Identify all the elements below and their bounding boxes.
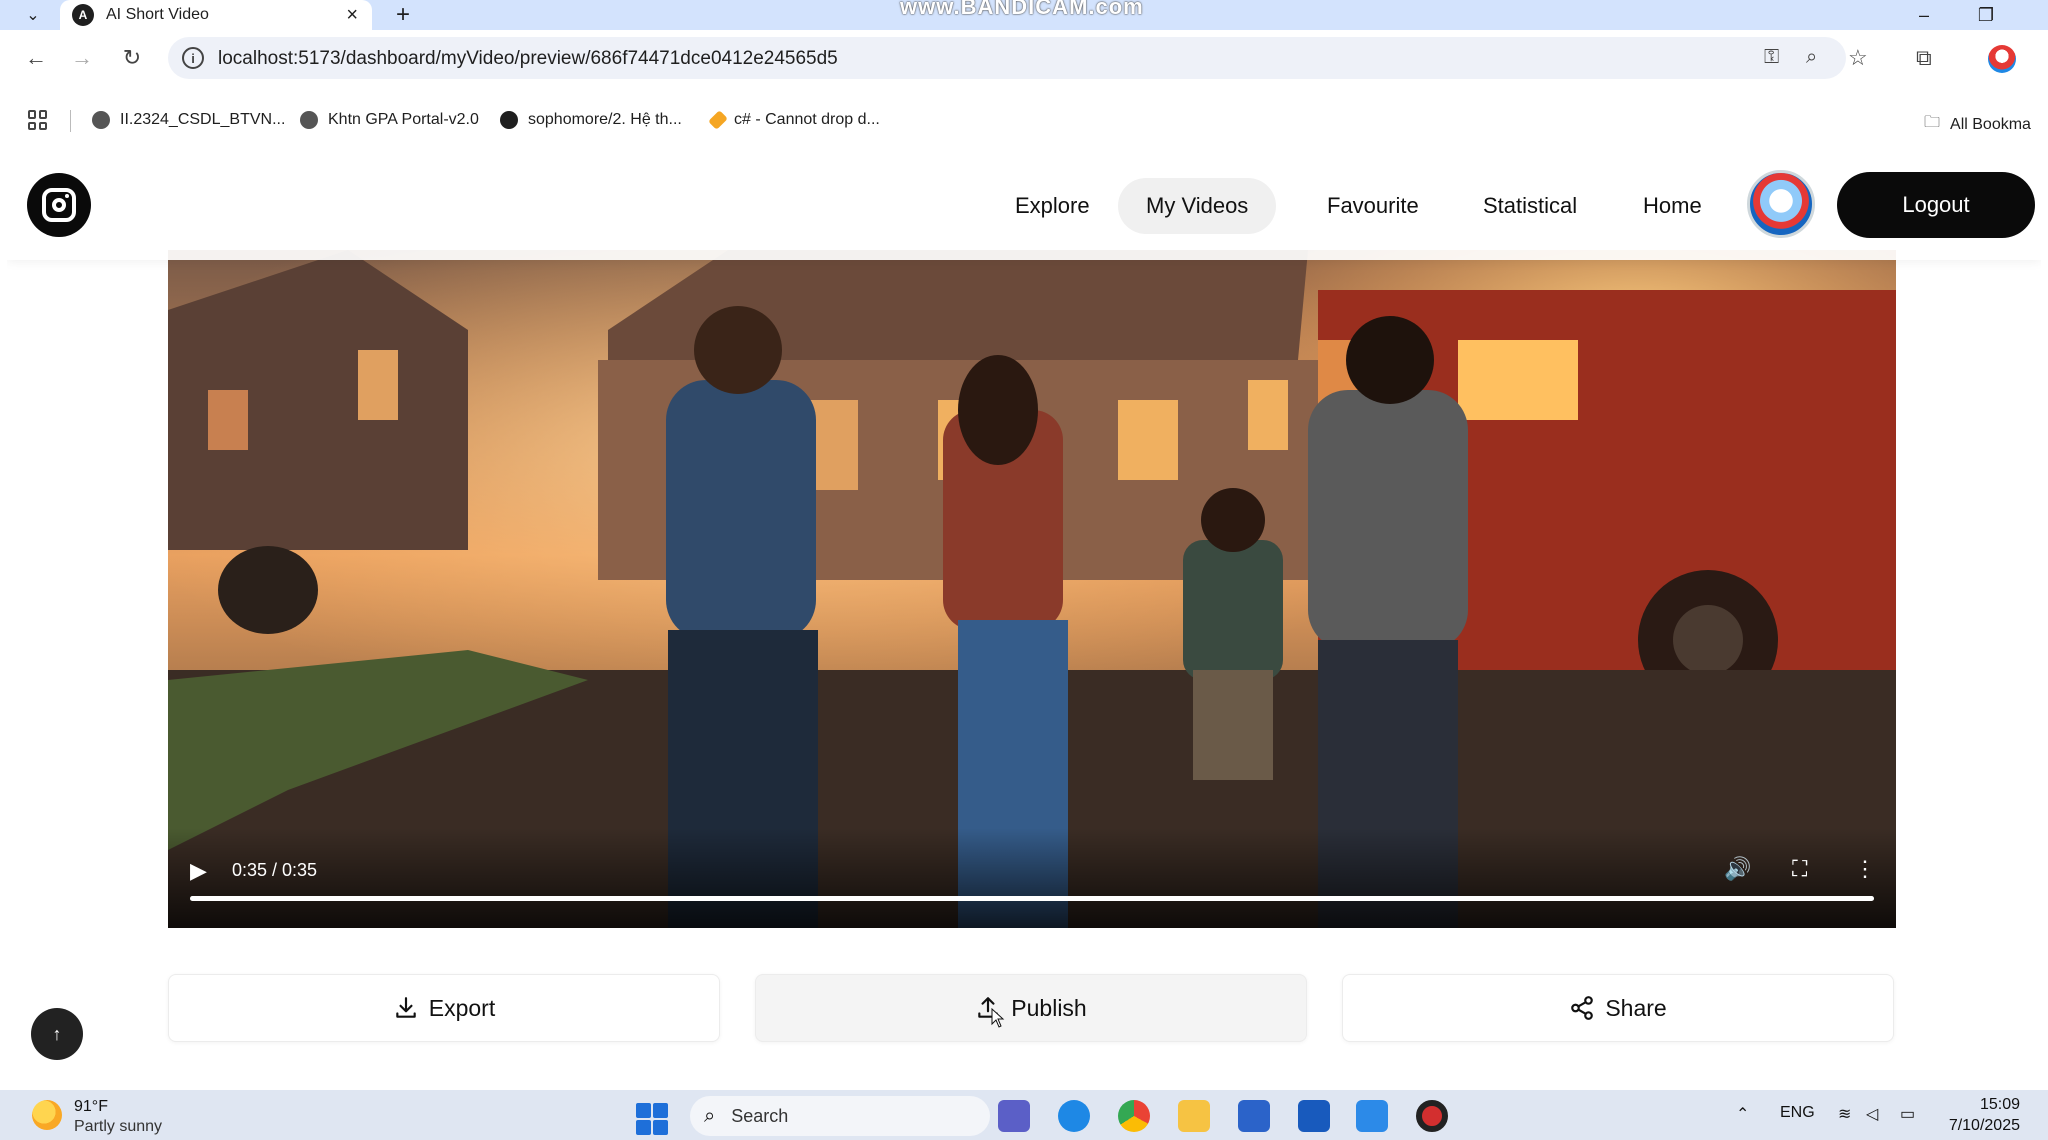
record-icon[interactable] bbox=[1416, 1100, 1448, 1132]
share-button[interactable]: Share bbox=[1342, 974, 1894, 1042]
bookmark-star-icon[interactable]: ☆ bbox=[1848, 45, 1868, 71]
vscode-icon[interactable] bbox=[1356, 1100, 1388, 1132]
reload-icon[interactable]: ↻ bbox=[116, 42, 148, 74]
weather-icon[interactable] bbox=[32, 1100, 62, 1130]
all-bookmarks[interactable]: 🗀 All Bookma bbox=[1924, 111, 2031, 138]
close-tab-icon[interactable]: × bbox=[346, 4, 358, 27]
tab-strip: ⌄ A AI Short Video × + www.BANDICAM.com … bbox=[0, 0, 2048, 30]
teams-icon[interactable] bbox=[998, 1100, 1030, 1132]
bookmark-label: c# - Cannot drop d... bbox=[734, 111, 880, 128]
zoom-icon[interactable]: ⌕ bbox=[1806, 46, 1817, 69]
address-bar[interactable]: i localhost:5173/dashboard/myVideo/previ… bbox=[168, 37, 1846, 79]
weather-description[interactable]: Partly sunny bbox=[74, 1118, 162, 1136]
play-icon[interactable]: ▶ bbox=[190, 858, 207, 884]
bookmark-label: II.2324_CSDL_BTVN... bbox=[120, 111, 286, 128]
store-icon[interactable] bbox=[1238, 1100, 1270, 1132]
app-header: Explore My Videos Favourite Statistical … bbox=[7, 148, 2041, 260]
video-controls-bar bbox=[168, 828, 1896, 928]
export-button[interactable]: Export bbox=[168, 974, 720, 1042]
video-time: 0:35 / 0:35 bbox=[232, 860, 318, 880]
chevron-up-icon[interactable]: ⌃ bbox=[1736, 1104, 1749, 1124]
github-icon bbox=[500, 111, 518, 129]
windows-taskbar: 91°F Partly sunny ⌕ Search ⌃ ENG ≋ ◁ ▭ 1… bbox=[0, 1090, 2048, 1140]
minimize-icon[interactable]: – bbox=[1904, 0, 1944, 30]
more-options-icon[interactable]: ⋮ bbox=[1854, 856, 1876, 882]
forward-icon[interactable]: → bbox=[66, 42, 98, 74]
url-text[interactable]: localhost:5173/dashboard/myVideo/preview… bbox=[218, 48, 838, 70]
new-tab-button[interactable]: + bbox=[388, 0, 418, 30]
tab-ai-short-video[interactable]: A AI Short Video × bbox=[60, 0, 372, 30]
chrome-icon[interactable] bbox=[1118, 1100, 1150, 1132]
password-key-icon[interactable]: ⚿ bbox=[1764, 46, 1779, 69]
tab-search-icon[interactable]: ⌄ bbox=[18, 4, 48, 26]
app-favicon-icon: A bbox=[72, 4, 94, 26]
file-explorer-icon[interactable] bbox=[1178, 1100, 1210, 1132]
video-frame bbox=[168, 250, 1896, 928]
share-label: Share bbox=[1605, 994, 1667, 1021]
mouse-cursor-icon bbox=[991, 1008, 1005, 1028]
web-page: ▶ 0:35 / 0:35 🔊 ⛶ ⋮ Explore My Videos Fa… bbox=[7, 148, 2041, 1090]
clock-time: 15:09 bbox=[1979, 1096, 2020, 1113]
apps-grid-icon[interactable] bbox=[28, 110, 48, 130]
download-icon bbox=[396, 997, 416, 1018]
bookmark-item[interactable]: sophomore/2. Hệ th... bbox=[500, 111, 682, 129]
back-icon[interactable]: ← bbox=[20, 42, 52, 74]
taskbar-clock[interactable]: 15:09 7/10/2025 bbox=[1949, 1094, 2020, 1136]
clock-date: 7/10/2025 bbox=[1948, 1117, 2020, 1134]
nav-statistical[interactable]: Statistical bbox=[1455, 178, 1605, 234]
bookmark-item[interactable]: II.2324_CSDL_BTVN... bbox=[92, 111, 285, 129]
share-icon bbox=[1571, 996, 1594, 1020]
fullscreen-icon[interactable]: ⛶ bbox=[1792, 856, 1807, 882]
toolbar: ← → ↻ i localhost:5173/dashboard/myVideo… bbox=[0, 30, 2048, 133]
search-icon: ⌕ bbox=[704, 1104, 716, 1127]
speaker-icon[interactable]: ◁ bbox=[1866, 1104, 1878, 1124]
nav-explore[interactable]: Explore bbox=[987, 178, 1118, 234]
nav-home[interactable]: Home bbox=[1615, 178, 1730, 234]
all-bookmarks-label: All Bookma bbox=[1950, 115, 2031, 133]
search-label: Search bbox=[731, 1105, 789, 1126]
wifi-icon[interactable]: ≋ bbox=[1838, 1104, 1851, 1124]
profile-avatar-icon[interactable] bbox=[1988, 45, 2016, 73]
app-logo-icon[interactable] bbox=[27, 173, 91, 237]
nav-my-videos[interactable]: My Videos bbox=[1118, 178, 1277, 234]
video-player[interactable]: ▶ 0:35 / 0:35 🔊 ⛶ ⋮ bbox=[168, 250, 1896, 928]
site-info-icon[interactable]: i bbox=[182, 47, 204, 69]
bookmark-separator bbox=[70, 110, 71, 132]
publish-button[interactable]: Publish bbox=[755, 974, 1307, 1042]
scroll-to-top-button[interactable]: ↑ bbox=[31, 1008, 83, 1060]
logout-button[interactable]: Logout bbox=[1837, 172, 2035, 238]
battery-icon[interactable]: ▭ bbox=[1900, 1104, 1915, 1124]
globe-icon bbox=[92, 111, 110, 129]
bookmark-item[interactable]: Khtn GPA Portal-v2.0 bbox=[300, 111, 479, 129]
bookmark-label: Khtn GPA Portal-v2.0 bbox=[328, 111, 479, 128]
volume-icon[interactable]: 🔊 bbox=[1724, 856, 1751, 882]
video-progress-fill bbox=[190, 896, 1874, 901]
folder-icon: 🗀 bbox=[1924, 114, 1941, 131]
language-indicator[interactable]: ENG bbox=[1780, 1104, 1815, 1122]
taskbar-search[interactable]: ⌕ Search bbox=[690, 1096, 990, 1136]
start-icon[interactable] bbox=[636, 1103, 668, 1135]
extensions-icon[interactable]: ⧉ bbox=[1916, 45, 1932, 71]
user-avatar[interactable] bbox=[1747, 170, 1815, 238]
bookmark-label: sophomore/2. Hệ th... bbox=[528, 111, 682, 128]
edge-icon[interactable] bbox=[1058, 1100, 1090, 1132]
stack-overflow-icon bbox=[708, 110, 728, 130]
weather-temperature[interactable]: 91°F bbox=[74, 1098, 108, 1116]
tab-title: AI Short Video bbox=[106, 6, 209, 23]
globe-icon bbox=[300, 111, 318, 129]
bookmark-item[interactable]: c# - Cannot drop d... bbox=[708, 110, 880, 130]
browser-window: ⌄ A AI Short Video × + www.BANDICAM.com … bbox=[0, 0, 2048, 1140]
nav-favourite[interactable]: Favourite bbox=[1299, 178, 1447, 234]
restore-icon[interactable]: ❐ bbox=[1966, 0, 2006, 30]
recording-watermark: www.BANDICAM.com bbox=[900, 0, 1144, 19]
video-progress-bar[interactable] bbox=[190, 896, 1874, 901]
word-icon[interactable] bbox=[1298, 1100, 1330, 1132]
publish-label: Publish bbox=[1011, 994, 1087, 1021]
export-label: Export bbox=[428, 994, 496, 1021]
